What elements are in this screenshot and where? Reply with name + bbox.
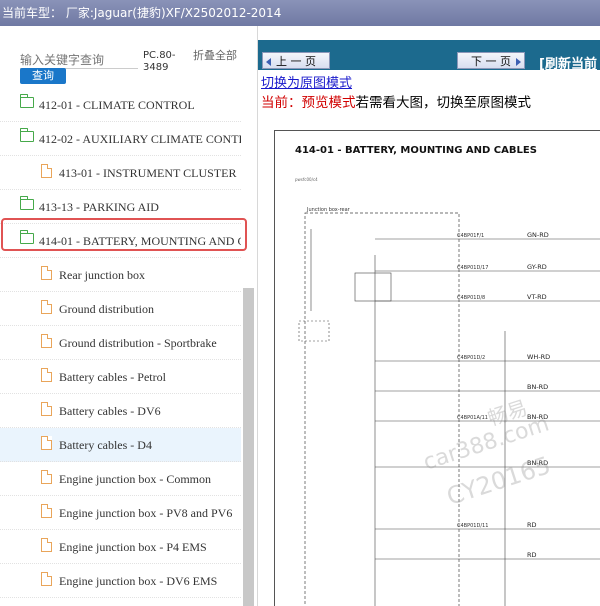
tree-item-label: Engine junction box - P4 EMS (59, 540, 207, 554)
tree-item-engine-junction-pv8-pv6[interactable]: Engine junction box - PV8 and PV6 (0, 496, 241, 530)
sidebar: 查询 PC.80-3489 折叠全部 412-01 - CLIMATE CONT… (0, 26, 258, 606)
tree-item-label: Battery cables - D4 (59, 438, 152, 452)
wire-color-label: RD (527, 551, 537, 559)
prev-page-label: 上 一 页 (276, 55, 316, 68)
file-icon (41, 572, 52, 586)
tree-item-engine-junction-dv6-ems[interactable]: Engine junction box - DV6 EMS (0, 564, 241, 598)
collapse-all-button[interactable]: 折叠全部 (193, 50, 237, 62)
tree-item-label: Ground distribution (59, 302, 154, 316)
selection-highlight (1, 218, 247, 251)
next-page-label: 下 一 页 (471, 55, 511, 68)
tree-item-label: Engine junction box - PV8 and PV6 (59, 506, 233, 520)
tree-item-label: Engine junction box - Common (59, 472, 211, 486)
wire-code-label: C4BP01D/17 (457, 265, 488, 271)
prev-page-button[interactable]: 上 一 页 (262, 52, 330, 69)
window-titlebar: 当前车型： 厂家:Jaguar(捷豹)XF/X2502012-2014 (0, 0, 600, 26)
wire-code-label: C4BP01A/11 (457, 415, 488, 421)
wire-group: C4BP01F/1 GN-RD C4BP01D/17 GY-RD C4BP01D/8 VT… (375, 231, 600, 560)
tree-item-label: Rear junction box (59, 268, 145, 282)
mode-prefix: 当前：预览模式 (261, 95, 356, 111)
wire-code-label: C4BP01F/1 (457, 233, 484, 239)
wire-color-label: VT-RD (527, 293, 547, 301)
junction-box-outline (304, 212, 460, 606)
sidebar-scrollbar[interactable] (243, 288, 254, 606)
tree-item-412-02[interactable]: 412-02 - AUXILIARY CLIMATE CONTROL (0, 122, 241, 156)
search-input[interactable] (20, 52, 138, 69)
file-icon (41, 300, 52, 314)
file-icon (41, 334, 52, 348)
file-icon (41, 436, 52, 450)
wire-color-label: RD (527, 521, 537, 529)
file-icon (41, 504, 52, 518)
folder-icon (19, 196, 34, 210)
search-bar: 查询 PC.80-3489 折叠全部 (0, 26, 257, 88)
refresh-link[interactable]: [刷新当前 (539, 53, 597, 72)
file-icon (41, 164, 52, 178)
tree-item-label: Ground distribution - Sportbrake (59, 336, 217, 350)
tree-item-label: 413-01 - INSTRUMENT CLUSTER (59, 166, 237, 180)
wiring-diagram: C4BP01F/1 GN-RD C4BP01D/17 GY-RD C4BP01D/8 VT… (298, 212, 600, 606)
tree-item-label: Battery cables - Petrol (59, 370, 166, 384)
arrow-left-icon (266, 58, 271, 66)
tree-item-rear-junction-box[interactable]: Rear junction box (0, 258, 241, 292)
tree-item-413-01[interactable]: 413-01 - INSTRUMENT CLUSTER (0, 156, 241, 190)
wire-color-label: WH-RD (527, 353, 550, 361)
file-icon (41, 266, 52, 280)
mode-notice: 当前：预览模式若需看大图，切换至原图模式 (261, 94, 531, 112)
tree-item-battery-cables-d4[interactable]: Battery cables - D4 (0, 428, 241, 462)
file-icon (41, 368, 52, 382)
arrow-right-icon (516, 58, 521, 66)
tree-item-label: 412-01 - CLIMATE CONTROL (39, 98, 195, 112)
wire-code-label: C4BP01D/11 (457, 523, 488, 529)
tree-item-engine-junction-p4-ems[interactable]: Engine junction box - P4 EMS (0, 530, 241, 564)
wiring-diagram-page[interactable]: 414-01 - BATTERY, MOUNTING AND CABLES pw… (274, 130, 600, 606)
wire-color-label: GY-RD (527, 263, 547, 271)
folder-icon (19, 94, 34, 108)
file-icon (41, 402, 52, 416)
folder-icon (19, 128, 34, 142)
tree-item-battery-cables-dv6[interactable]: Battery cables - DV6 (0, 394, 241, 428)
tree-item-engine-junction-common[interactable]: Engine junction box - Common (0, 462, 241, 496)
viewer-toolbar: 上 一 页 下 一 页 [刷新当前 (258, 40, 600, 72)
tree-item-label: Engine junction box - DV6 EMS (59, 574, 218, 588)
next-page-button[interactable]: 下 一 页 (457, 52, 525, 69)
vehicle-model-title: 当前车型： 厂家:Jaguar(捷豹)XF/X2502012-2014 (2, 6, 282, 20)
pc-label: PC.80-3489 (143, 50, 176, 73)
connector-outline (298, 320, 330, 342)
switch-original-mode-link[interactable]: 切换为原图模式 (261, 76, 352, 92)
ignition-relay (354, 272, 392, 302)
wire-code-label: C4BP01D/2 (457, 355, 485, 361)
document-viewer: 上 一 页 下 一 页 [刷新当前 切换为原图模式 当前：预览模式若需看大图，切… (258, 26, 600, 606)
wire-color-label: BN-RD (527, 383, 548, 391)
file-icon (41, 538, 52, 552)
query-button[interactable]: 查询 (20, 68, 66, 84)
mode-suffix: 若需看大图，切换至原图模式 (355, 95, 532, 111)
wire-code-label: C4BP01D/8 (457, 295, 485, 301)
tree-item-label: Battery cables - DV6 (59, 404, 161, 418)
tree-item-ground-distribution[interactable]: Ground distribution (0, 292, 241, 326)
tree-item-412-01[interactable]: 412-01 - CLIMATE CONTROL (0, 88, 241, 122)
tree-item-label: 413-13 - PARKING AID (39, 200, 159, 214)
tree-item-ground-distribution-sportbrake[interactable]: Ground distribution - Sportbrake (0, 326, 241, 360)
wire-color-label: GN-RD (527, 231, 549, 239)
tree-item-label: 412-02 - AUXILIARY CLIMATE CONTROL (39, 132, 241, 146)
file-icon (41, 470, 52, 484)
tree-item-battery-cables-petrol[interactable]: Battery cables - Petrol (0, 360, 241, 394)
